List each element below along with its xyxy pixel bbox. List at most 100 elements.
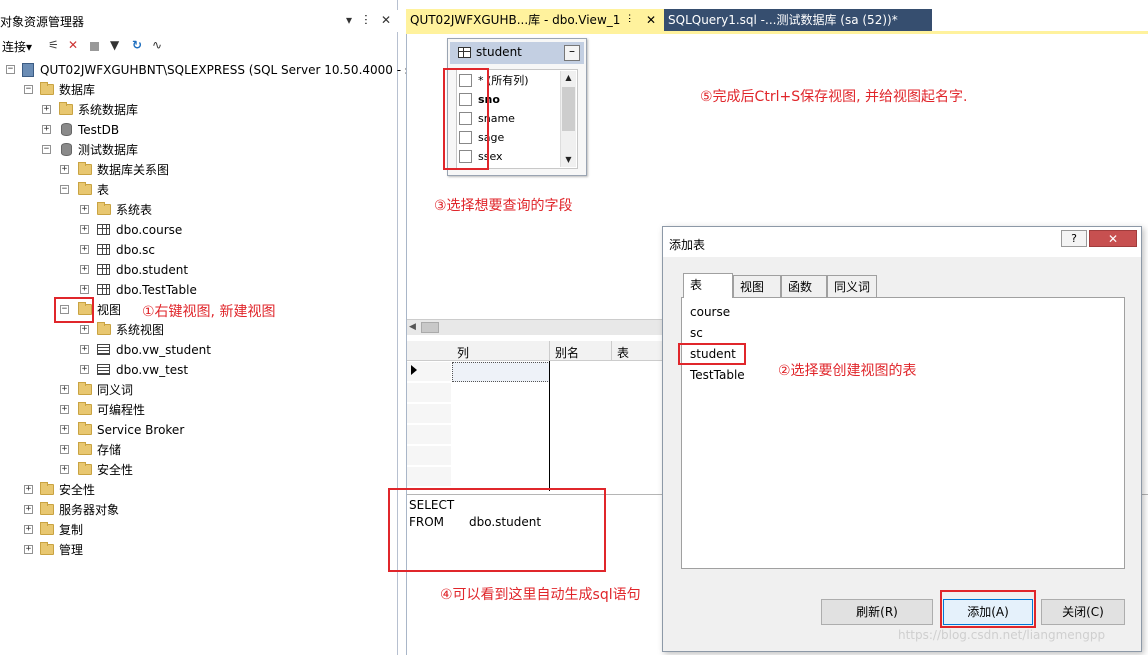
grid-row-selector[interactable] [407,404,451,424]
expand-icon[interactable]: + [80,205,89,214]
grid-row-selector[interactable] [407,383,451,403]
refresh-icon[interactable]: ↻ [132,38,142,52]
expand-icon[interactable]: + [60,445,69,454]
folder-icon [78,402,92,415]
tab-tables[interactable]: 表 [683,273,733,298]
grid-row-selector[interactable] [407,425,451,445]
connect-button[interactable]: 连接▾ [2,38,32,55]
folder-icon [59,102,73,115]
expand-icon[interactable]: + [80,325,89,334]
expand-icon[interactable]: + [80,365,89,374]
list-item-sc[interactable]: sc [690,326,703,340]
tab-sql-query[interactable]: SQLQuery1.sql -...测试数据库 (sa (52))* [664,9,932,31]
grid-header-column: 列 [457,346,470,360]
expand-icon[interactable]: + [80,265,89,274]
expand-icon[interactable]: + [80,285,89,294]
criteria-grid: 列 别名 表 [407,341,667,491]
view-icon [97,344,110,355]
dialog-titlebar: 添加表 ? ✕ [663,227,1141,257]
expand-icon[interactable]: + [80,345,89,354]
list-item-testtable[interactable]: TestTable [690,368,745,382]
tree-node-label: 系统表 [116,203,153,217]
tree-node-server[interactable]: − QUT02JWFXGUHBNT\SQLEXPRESS (SQL Server… [0,60,411,80]
grid-row-selector[interactable] [407,446,451,466]
expand-icon[interactable]: + [24,485,33,494]
help-button[interactable]: ? [1061,230,1087,247]
pin-icon[interactable]: ⵗ [364,13,368,27]
expand-icon[interactable]: + [60,465,69,474]
refresh-button[interactable]: 刷新(R) [821,599,933,625]
collapse-icon[interactable]: − [42,145,51,154]
close-button[interactable]: 关闭(C) [1041,599,1125,625]
table-box-header[interactable]: student – [450,42,584,64]
tree-node-label: 管理 [59,543,84,557]
annotation-box-checkboxes [443,68,489,170]
filter-icon[interactable]: ▼ [110,38,119,52]
collapse-icon[interactable]: − [60,185,69,194]
expand-icon[interactable]: + [80,245,89,254]
expand-icon[interactable]: + [24,545,33,554]
expand-icon[interactable]: + [42,125,51,134]
annotation-box-student [678,343,746,365]
disconnect-icon[interactable]: ✕ [68,38,78,52]
close-icon[interactable]: ✕ [646,9,656,31]
folder-icon [78,462,92,475]
tab-views[interactable]: 视图 [733,275,781,298]
folder-icon [78,182,92,195]
activity-monitor-icon[interactable]: ∿ [152,38,162,52]
expand-icon[interactable]: + [80,225,89,234]
folder-icon [78,422,92,435]
tree-node-label: dbo.TestTable [116,283,197,297]
scroll-thumb[interactable] [421,322,439,333]
expand-icon[interactable]: + [60,385,69,394]
tree-node-label: 同义词 [97,383,134,397]
tree-node-label: 数据库 [59,83,96,97]
annotation-step3: ③选择想要查询的字段 [434,198,573,214]
tab-functions[interactable]: 函数 [781,275,827,298]
list-item-course[interactable]: course [690,305,730,319]
scroll-left-icon[interactable]: ◀ [409,322,416,332]
column-list-scrollbar[interactable]: ▲ ▼ [560,71,576,167]
folder-icon [40,82,54,95]
collapse-icon[interactable]: − [6,65,15,74]
grid-header-table: 表 [617,346,630,360]
annotation-box-views [54,297,94,323]
tab-view-designer[interactable]: QUT02JWFXGUHB...库 - dbo.View_1 ⵗ ✕ [406,9,664,31]
tree-node-label: 存储 [97,443,122,457]
table-box-name: student [476,45,522,59]
dropdown-icon[interactable]: ▾ [346,13,352,27]
dialog-close-button[interactable]: ✕ [1089,230,1137,247]
scroll-up-icon[interactable]: ▲ [561,71,576,85]
scroll-thumb[interactable] [562,87,575,131]
expand-icon[interactable]: + [24,525,33,534]
pin-icon[interactable]: ⵗ [628,9,631,31]
connect-plug-icon[interactable]: ⚟ [48,38,59,52]
annotation-step1: ①右键视图, 新建视图 [142,304,276,320]
folder-icon [40,482,54,495]
expand-icon[interactable]: + [24,505,33,514]
tab-synonyms[interactable]: 同义词 [827,275,877,298]
criteria-grid-header: 列 别名 表 [407,341,667,361]
grid-cell-selected[interactable] [452,362,550,382]
grid-column-divider [549,361,550,491]
database-icon [61,143,72,156]
expand-icon[interactable]: + [60,405,69,414]
watermark: https://blog.csdn.net/liangmengpp [898,628,1106,642]
scroll-down-icon[interactable]: ▼ [561,153,576,167]
stop-icon[interactable] [90,42,99,51]
expand-icon[interactable]: + [60,165,69,174]
tree-node-label: 可编程性 [97,403,146,417]
expand-icon[interactable]: + [42,105,51,114]
object-explorer-title: 对象资源管理器 [0,15,85,29]
folder-icon [78,382,92,395]
database-icon [61,123,72,136]
close-icon[interactable]: ✕ [381,13,391,27]
tree-node-label: 安全性 [97,463,134,477]
collapse-icon[interactable]: − [24,85,33,94]
diagram-hscrollbar[interactable]: ◀ [407,319,667,335]
current-row-arrow-icon [411,365,417,375]
grid-row-selector[interactable] [407,467,451,487]
expand-icon[interactable]: + [60,425,69,434]
annotation-step5: ⑤完成后Ctrl+S保存视图, 并给视图起名字. [700,89,968,105]
minimize-button[interactable]: – [564,45,580,61]
